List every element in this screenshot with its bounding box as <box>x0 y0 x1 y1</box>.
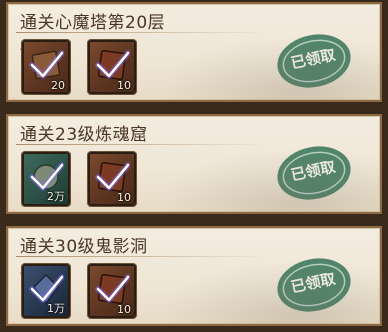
title-divider <box>16 256 270 257</box>
reward-panel-1: 通关心魔塔第20层 20 10 已领取 <box>6 2 382 102</box>
item-quantity: 10 <box>117 303 131 316</box>
book-icon <box>95 161 130 193</box>
claimed-status: 已领取 <box>289 45 337 73</box>
reward-item-1[interactable]: 2万 <box>22 152 70 206</box>
claimed-status: 已领取 <box>289 157 337 185</box>
claimed-stamp: 已领取 <box>274 142 354 204</box>
book-icon <box>95 273 130 305</box>
reward-item-1[interactable]: 1万 <box>22 264 70 318</box>
title-divider <box>16 144 270 145</box>
reward-title: 通关心魔塔第20层 <box>20 13 166 33</box>
claimed-stamp: 已领取 <box>274 30 354 92</box>
book-icon <box>29 50 64 80</box>
reward-item-2[interactable]: 10 <box>88 152 136 206</box>
stamp-icon <box>277 258 351 312</box>
reward-item-1[interactable]: 20 <box>22 40 70 94</box>
stamp-icon <box>277 34 351 88</box>
reward-title: 通关30级鬼影洞 <box>20 237 148 257</box>
reward-title: 通关23级炼魂窟 <box>20 125 148 145</box>
claimed-stamp: 已领取 <box>274 254 354 316</box>
item-quantity: 10 <box>117 79 131 92</box>
item-quantity: 10 <box>117 191 131 204</box>
item-quantity: 1万 <box>47 302 65 315</box>
title-divider <box>16 32 270 33</box>
reward-item-2[interactable]: 10 <box>88 40 136 94</box>
stamp-icon <box>277 146 351 200</box>
reward-panel-3: 通关30级鬼影洞 1万 10 已领取 <box>6 226 382 326</box>
book-icon <box>95 49 130 81</box>
item-quantity: 20 <box>51 79 65 92</box>
reward-panel-2: 通关23级炼魂窟 2万 10 已领取 <box>6 114 382 214</box>
reward-item-2[interactable]: 10 <box>88 264 136 318</box>
item-quantity: 2万 <box>47 190 65 203</box>
claimed-status: 已领取 <box>289 269 337 297</box>
